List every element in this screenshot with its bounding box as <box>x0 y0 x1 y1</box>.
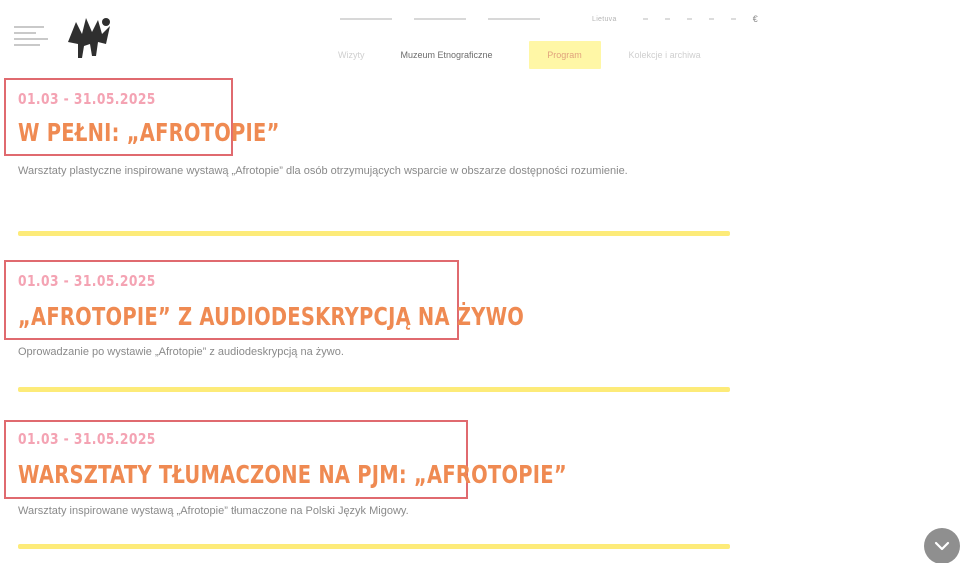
event-title[interactable]: W PEŁNI: „AFROTOPIE” <box>18 118 280 147</box>
utility-bar: Lietuva € <box>340 13 758 25</box>
logo-wordmark <box>14 26 54 50</box>
event-description: Warsztaty inspirowane wystawą „Afrotopie… <box>18 505 409 517</box>
nav-item-program[interactable]: Program <box>528 41 601 69</box>
utility-link[interactable] <box>414 18 466 20</box>
utility-link[interactable] <box>488 18 540 20</box>
museum-logo[interactable] <box>14 12 124 72</box>
event-title[interactable]: WARSZTATY TŁUMACZONE NA PJM: „AFROTOPIE” <box>18 460 567 489</box>
euro-icon[interactable]: € <box>753 14 758 24</box>
event-date: 01.03 - 31.05.2025 <box>18 90 156 108</box>
utility-link[interactable] <box>730 18 736 20</box>
language-switch[interactable]: Lietuva <box>592 16 617 23</box>
separator-line <box>18 231 730 236</box>
event-title[interactable]: „AFROTOPIE” Z AUDIODESKRYPCJĄ NA ŻYWO <box>18 302 524 331</box>
separator-line <box>18 544 730 549</box>
event-date: 01.03 - 31.05.2025 <box>18 430 156 448</box>
utility-link[interactable] <box>642 18 648 20</box>
utility-link[interactable] <box>708 18 714 20</box>
utility-link[interactable] <box>664 18 670 20</box>
event-description: Oprowadzanie po wystawie „Afrotopie” z a… <box>18 346 344 358</box>
event-description: Warsztaty plastyczne inspirowane wystawą… <box>18 165 628 177</box>
nav-item-visits[interactable]: Wizyty <box>338 50 365 60</box>
scroll-down-button[interactable] <box>924 528 960 563</box>
main-nav: Wizyty Muzeum Etnograficzne Program Kole… <box>338 40 737 70</box>
nav-item-museum[interactable]: Muzeum Etnograficzne <box>401 50 493 60</box>
separator-line <box>18 387 730 392</box>
page: Lietuva € Wizyty Muzeum Etnograficzne Pr… <box>0 0 960 563</box>
utility-link[interactable] <box>686 18 692 20</box>
event-date: 01.03 - 31.05.2025 <box>18 272 156 290</box>
nav-item-collections[interactable]: Kolekcje i archiwa <box>629 50 701 60</box>
logo-figure-icon <box>68 18 110 58</box>
chevron-down-icon <box>934 541 950 551</box>
utility-link[interactable] <box>340 18 392 20</box>
